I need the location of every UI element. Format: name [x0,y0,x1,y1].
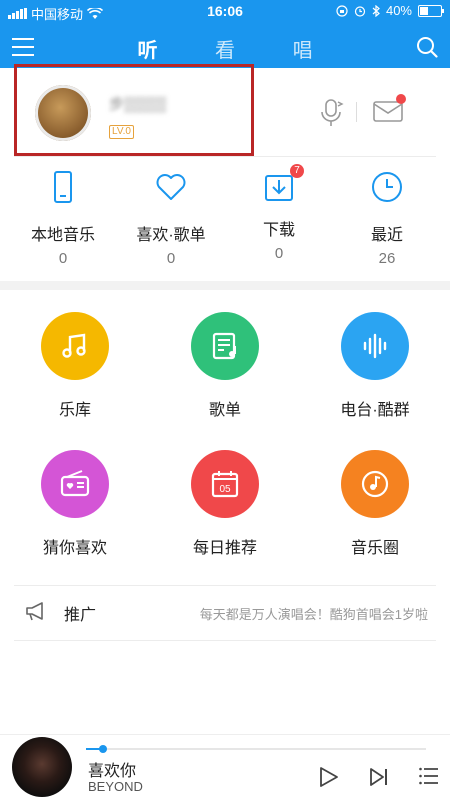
quick-favorites[interactable]: 喜欢·歌单 0 [116,166,226,267]
play-icon[interactable] [316,765,340,789]
playlist-icon [212,332,236,360]
mini-player[interactable]: 喜欢你 BEYOND [0,734,450,801]
download-badge: 7 [290,164,304,178]
divider [14,640,436,641]
music-note-icon [62,333,86,358]
quick-recent[interactable]: 最近 26 [332,166,442,267]
progress-knob[interactable] [99,745,107,753]
grid-label: 音乐圈 [350,540,399,557]
radio-icon [60,470,90,497]
status-bar: 中国移动 16:06 40% [0,0,450,24]
tab-watch[interactable]: 看 [189,34,261,63]
grid-icon-circle [341,450,409,518]
waveform-icon [363,333,387,359]
grid-label: 乐库 [58,402,91,419]
quick-count: 0 [58,250,68,267]
microphone-icon[interactable] [318,98,344,128]
tab-sing[interactable]: 唱 [267,34,339,63]
download-icon: 7 [262,164,304,204]
search-icon[interactable] [416,36,438,58]
calendar-day: 05 [219,484,231,495]
bluetooth-icon [372,4,380,17]
heart-icon [156,174,186,200]
level-badge: LV.0 [109,125,134,139]
quick-label: 喜欢·歌单 [136,227,206,244]
divider [14,585,436,586]
music-circle-icon [361,470,389,498]
progress-bar[interactable] [86,745,426,753]
top-nav: 听 看 唱 [0,28,450,71]
grid-library[interactable]: 乐库 [0,312,150,420]
notification-dot [396,94,406,104]
grid-daily[interactable]: 05 每日推荐 [150,450,300,558]
avatar[interactable] [35,85,91,141]
grid-guess-like[interactable]: 猜你喜欢 [0,450,150,558]
grid-icon-circle [191,312,259,380]
grid-label: 歌单 [208,402,241,419]
user-profile-card[interactable]: 步▒▒▒▒ LV.0 [14,64,254,156]
grid-radio[interactable]: 电台·酷群 [300,312,450,420]
grid-icon-circle [341,312,409,380]
quick-label: 本地音乐 [30,227,95,244]
feature-grid: 乐库 歌单 电台·酷群 猜你喜欢 05 每日推荐 音乐圈 [0,300,450,580]
calendar-icon: 05 [211,471,239,498]
quick-count: 0 [166,250,176,267]
quick-label: 下载 [262,222,295,239]
grid-music-circle[interactable]: 音乐圈 [300,450,450,558]
tab-listen[interactable]: 听 [111,34,183,71]
playlist-queue-icon[interactable] [418,765,440,787]
clock-icon [372,172,402,202]
next-icon[interactable] [366,765,390,789]
main-tabs: 听 看 唱 [0,34,450,71]
quick-downloads[interactable]: 7 下载 0 [224,164,334,262]
album-cover[interactable] [12,737,72,797]
phone-icon [54,171,72,203]
song-title: 喜欢你 [88,763,137,780]
quick-label: 最近 [370,227,403,244]
grid-icon-circle: 05 [191,450,259,518]
alarm-icon [354,5,366,17]
battery-icon [418,4,444,17]
promo-title: 推广 [64,607,97,624]
section-divider [0,281,450,290]
grid-icon-circle [41,450,109,518]
grid-playlists[interactable]: 歌单 [150,312,300,420]
divider [356,102,357,122]
grid-label: 每日推荐 [192,540,257,557]
app-header: 中国移动 16:06 40% 听 看 唱 [0,0,450,71]
quick-count: 0 [274,245,284,262]
divider [14,156,436,157]
promo-text: 每天都是万人演唱会！酷狗首唱会1岁啦 [199,607,428,622]
megaphone-icon [26,602,43,621]
grid-label: 电台·酷群 [340,402,410,419]
grid-icon-circle [41,312,109,380]
quick-actions: 本地音乐 0 喜欢·歌单 0 7 下载 0 最近 26 [0,164,450,276]
quick-count: 26 [378,250,396,267]
promo-row[interactable]: 推广 每天都是万人演唱会！酷狗首唱会1岁啦 [0,588,450,638]
quick-local-music[interactable]: 本地音乐 0 [8,166,118,267]
song-artist: BEYOND [88,779,143,794]
battery-percent: 40% [385,3,412,18]
username: 步▒▒▒▒ [109,96,167,113]
grid-label: 猜你喜欢 [42,540,107,557]
lock-rotation-icon [336,4,348,17]
